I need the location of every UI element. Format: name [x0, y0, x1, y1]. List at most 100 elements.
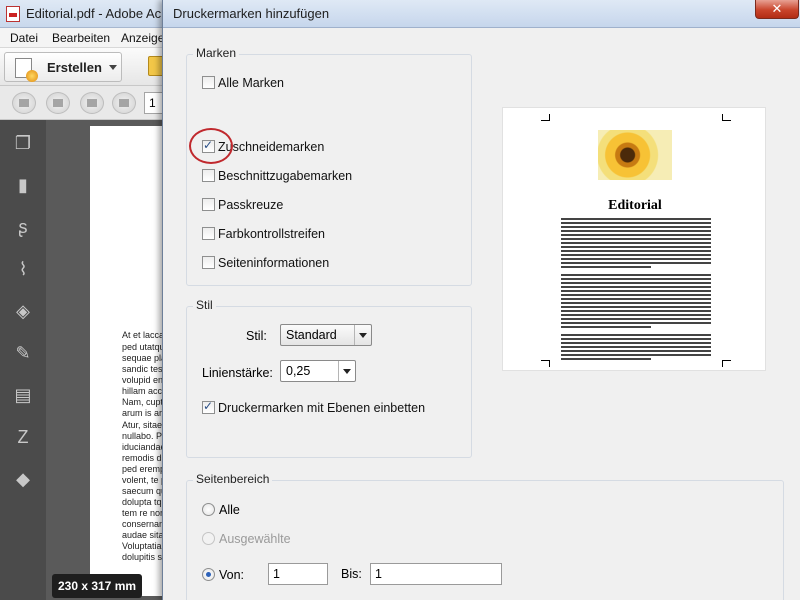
preview-text-line: [561, 358, 651, 360]
navigation-sidebar: ❐ ▮ ʂ ⌇ ◈ ✎ ▤ Z ◆: [0, 120, 46, 600]
preview-text-line: [561, 226, 711, 228]
preview-text-line: [561, 342, 711, 344]
preview-text-line: [561, 282, 711, 284]
preview-text-line: [561, 246, 711, 248]
previous-page-icon[interactable]: [46, 92, 70, 114]
create-label: Erstellen: [47, 60, 102, 75]
dialog-titlebar: Druckermarken hinzufügen ✕: [163, 0, 800, 28]
ebenen-einbetten-checkbox[interactable]: [202, 399, 215, 415]
menu-datei[interactable]: Datei: [10, 31, 38, 45]
von-radio[interactable]: [202, 568, 215, 582]
beschnittzugabemarken-checkbox[interactable]: [202, 169, 215, 183]
create-pdf-icon: [15, 58, 38, 82]
stil-select[interactable]: Standard: [280, 324, 372, 346]
attachment-icon[interactable]: ⌇: [12, 258, 34, 280]
checkbox-beschnittzugabemarken[interactable]: Beschnittzugabemarken: [202, 168, 352, 184]
first-page-icon[interactable]: [12, 92, 36, 114]
checkbox-zuschneidemarken[interactable]: Zuschneidemarken: [202, 138, 324, 155]
page-size-badge: 230 x 317 mm: [52, 574, 142, 598]
preview-text-line: [561, 230, 711, 232]
seitenbereich-legend: Seitenbereich: [193, 472, 273, 486]
bookmark-icon[interactable]: ▮: [12, 174, 34, 196]
acrobat-toolbar: Erstellen: [0, 48, 170, 86]
pdf-file-icon: [6, 6, 20, 22]
last-page-icon[interactable]: [112, 92, 136, 114]
bis-label: Bis:: [341, 567, 362, 581]
preview-text-line: [561, 318, 711, 320]
preview-text-line: [561, 290, 711, 292]
preview-flower-image: [598, 130, 672, 180]
acrobat-titlebar: Editorial.pdf - Adobe Acro: [0, 0, 170, 28]
preview-text-line: [561, 286, 711, 288]
preview-text-line: [561, 338, 711, 340]
alle-marken-checkbox[interactable]: [202, 76, 215, 90]
checkbox-alle-marken[interactable]: Alle Marken: [202, 75, 284, 91]
crop-mark: [541, 120, 549, 121]
preview-text-line: [561, 258, 711, 260]
crop-mark: [541, 360, 549, 361]
preview-text-line: [561, 254, 711, 256]
menu-bearbeiten[interactable]: Bearbeiten: [52, 31, 110, 45]
acrobat-window: Editorial.pdf - Adobe Acro Datei Bearbei…: [0, 0, 170, 600]
preview-text-line: [561, 302, 711, 304]
alle-label: Alle: [219, 502, 240, 517]
preview-text-line: [561, 234, 711, 236]
preview-title: Editorial: [608, 198, 662, 213]
seiteninformationen-checkbox[interactable]: [202, 256, 215, 270]
beschnittzugabemarken-label: Beschnittzugabemarken: [218, 168, 353, 183]
print-marks-preview: Editorial: [502, 107, 766, 371]
preview-text-line: [561, 274, 711, 276]
radio-alle[interactable]: Alle: [202, 502, 240, 518]
preview-text-line: [561, 250, 711, 252]
chevron-down-icon: [338, 361, 355, 381]
crop-mark: [723, 120, 731, 121]
preview-text-line: [561, 278, 711, 280]
checkbox-seiteninformationen[interactable]: Seiteninformationen: [202, 255, 329, 271]
zuschneidemarken-checkbox[interactable]: [202, 138, 215, 154]
alle-marken-label: Alle Marken: [218, 75, 284, 90]
pages-icon[interactable]: ❐: [12, 132, 34, 154]
tag-icon[interactable]: ◆: [12, 468, 34, 490]
seiteninformationen-label: Seiteninformationen: [218, 255, 330, 270]
passkreuze-label: Passkreuze: [218, 197, 284, 212]
von-input[interactable]: 1: [268, 563, 328, 585]
menu-anzeige[interactable]: Anzeige: [121, 31, 164, 45]
farbkontrollstreifen-checkbox[interactable]: [202, 227, 215, 241]
next-page-icon[interactable]: [80, 92, 104, 114]
acrobat-menubar: Datei Bearbeiten Anzeige: [0, 28, 170, 48]
checkbox-farbkontrollstreifen[interactable]: Farbkontrollstreifen: [202, 226, 325, 242]
checkbox-passkreuze[interactable]: Passkreuze: [202, 197, 283, 213]
stil-label: Stil:: [246, 329, 267, 343]
preview-text-line: [561, 298, 711, 300]
document-icon[interactable]: ▤: [12, 384, 34, 406]
farbkontrollstreifen-label: Farbkontrollstreifen: [218, 226, 325, 241]
alle-radio[interactable]: [202, 503, 215, 517]
radio-ausgewaehlte: Ausgewählte: [202, 531, 291, 547]
bis-input[interactable]: 1: [370, 563, 502, 585]
preview-text-line: [561, 326, 651, 328]
create-button[interactable]: Erstellen: [4, 52, 122, 82]
preview-text-line: [561, 354, 711, 356]
crop-mark: [723, 360, 731, 361]
radio-von[interactable]: Von:: [202, 567, 244, 583]
passkreuze-checkbox[interactable]: [202, 198, 215, 212]
ausgewaehlte-label: Ausgewählte: [219, 531, 291, 546]
preview-text-line: [561, 262, 711, 264]
preview-text-line: [561, 314, 711, 316]
preview-text-line: [561, 266, 651, 268]
crop-mark: [722, 360, 723, 367]
acrobat-title: Editorial.pdf - Adobe Acro: [26, 6, 170, 21]
layers-icon[interactable]: ◈: [12, 300, 34, 322]
content-icon[interactable]: Z: [12, 426, 34, 448]
close-icon[interactable]: ✕: [755, 0, 799, 19]
preview-text-line: [561, 306, 711, 308]
linienstaerke-select[interactable]: 0,25: [280, 360, 356, 382]
preview-text-line: [561, 334, 711, 336]
checkbox-ebenen-einbetten[interactable]: Druckermarken mit Ebenen einbetten: [202, 399, 426, 416]
preview-text-line: [561, 238, 711, 240]
preview-text-line: [561, 322, 711, 324]
signatures-icon[interactable]: ʂ: [12, 216, 34, 238]
preview-text-line: [561, 310, 711, 312]
ebenen-einbetten-label: Druckermarken mit Ebenen einbetten: [218, 400, 426, 415]
edit-icon[interactable]: ✎: [12, 342, 34, 364]
